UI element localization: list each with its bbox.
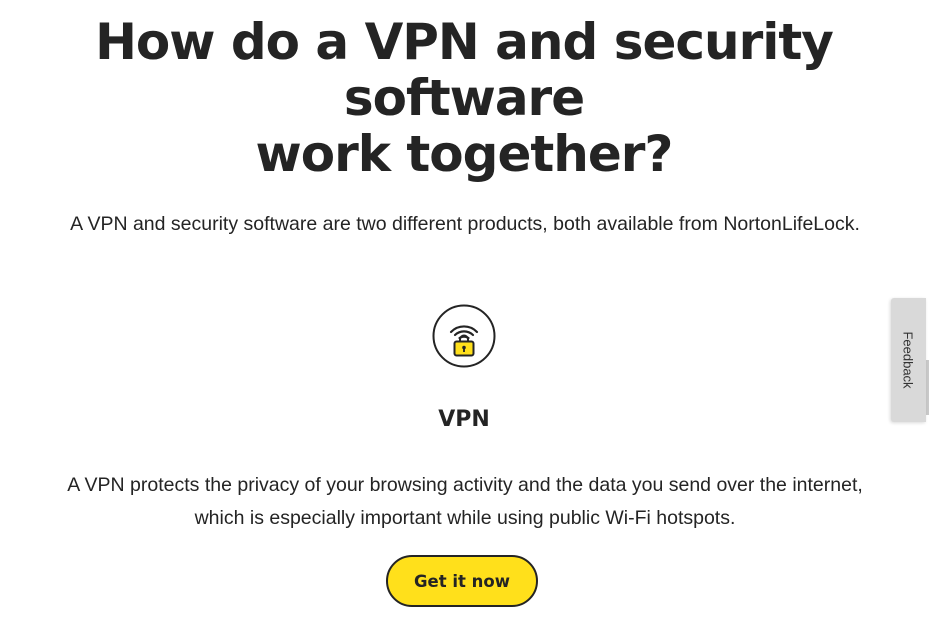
get-it-now-button[interactable]: Get it now xyxy=(386,555,538,607)
heading-line-2: software xyxy=(343,69,585,127)
heading-line-3: work together? xyxy=(255,125,674,183)
vpn-description: A VPN protects the privacy of your brows… xyxy=(0,469,930,535)
vpn-description-line-1: A VPN protects the privacy of your brows… xyxy=(67,474,863,496)
page-edge-divider xyxy=(926,360,929,415)
page-heading: How do a VPN and security software work … xyxy=(0,14,928,182)
vpn-description-line-2: which is especially important while usin… xyxy=(194,507,736,529)
vpn-section-title: VPN xyxy=(438,407,490,432)
feedback-label: Feedback xyxy=(900,331,916,389)
wifi-lock-icon xyxy=(432,304,496,368)
feedback-tab[interactable]: Feedback xyxy=(891,298,926,422)
intro-text: A VPN and security software are two diff… xyxy=(70,213,860,235)
heading-line-1: How do a VPN and security xyxy=(95,13,834,71)
page: How do a VPN and security software work … xyxy=(0,0,930,618)
